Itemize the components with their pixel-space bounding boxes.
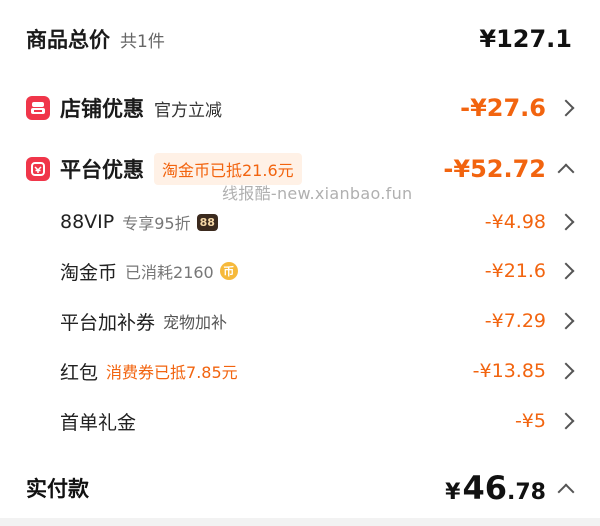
item-note: 专享95折 [122,214,191,233]
item-count: 共1件 [120,31,165,52]
payment-row[interactable]: 实付款 ¥ 46 .78 [0,466,600,510]
payment-integer: 46 [462,469,508,507]
shop-discount-label: 店铺优惠 [60,97,144,121]
list-item[interactable]: 88VIP 专享95折 88 -¥4.98 [0,205,600,239]
shop-discount-note: 官方立减 [154,100,222,121]
item-label: 平台加补券 [60,311,156,334]
payment-decimal: .78 [507,480,546,505]
platform-discount-amount: -¥52.72 [443,155,546,183]
chevron-right-icon[interactable] [557,362,575,380]
coupon-icon [26,157,50,181]
item-note: 宠物加补 [163,313,228,332]
shop-discount-amount: -¥27.6 [460,94,546,122]
bottom-divider [0,518,600,526]
chevron-right-icon[interactable] [557,262,575,280]
list-item[interactable]: 淘金币 已消耗2160 币 -¥21.6 [0,254,600,288]
coin-icon: 币 [219,262,238,280]
list-item[interactable]: 平台加补券 宠物加补 -¥7.29 [0,304,600,338]
total-price-value: ¥127.1 [479,25,572,53]
item-label: 红包 [60,361,99,384]
item-amount: -¥4.98 [484,211,546,233]
item-amount: -¥13.85 [472,360,546,382]
total-price-title: 商品总价 [26,28,110,52]
item-amount: -¥21.6 [484,260,546,282]
shop-discount-row[interactable]: 店铺优惠 官方立减 -¥27.6 [0,91,600,125]
payment-currency: ¥ [445,480,461,505]
item-amount: -¥5 [514,410,546,432]
item-amount: -¥7.29 [484,310,546,332]
chevron-up-icon[interactable] [557,163,575,181]
chevron-right-icon[interactable] [557,213,575,231]
item-label: 首单礼金 [60,411,137,434]
summary-row: 商品总价 共1件 ¥127.1 [0,22,600,56]
shop-icon [26,96,50,120]
item-label: 88VIP [60,211,115,233]
item-label: 淘金币 [60,261,118,284]
platform-discount-label: 平台优惠 [60,158,144,182]
chevron-right-icon[interactable] [557,412,575,430]
item-note: 消费券已抵7.85元 [106,363,238,382]
vip-badge: 88 [196,213,218,231]
chevron-up-icon[interactable] [557,483,575,501]
list-item[interactable]: 红包 消费券已抵7.85元 -¥13.85 [0,354,600,388]
watermark: 线报酷-new.xianbao.fun [222,184,413,203]
list-item[interactable]: 首单礼金 -¥5 [0,404,600,438]
item-note: 已消耗2160 [125,263,214,282]
chevron-right-icon[interactable] [557,99,575,117]
payment-label: 实付款 [26,477,89,501]
chevron-right-icon[interactable] [557,312,575,330]
